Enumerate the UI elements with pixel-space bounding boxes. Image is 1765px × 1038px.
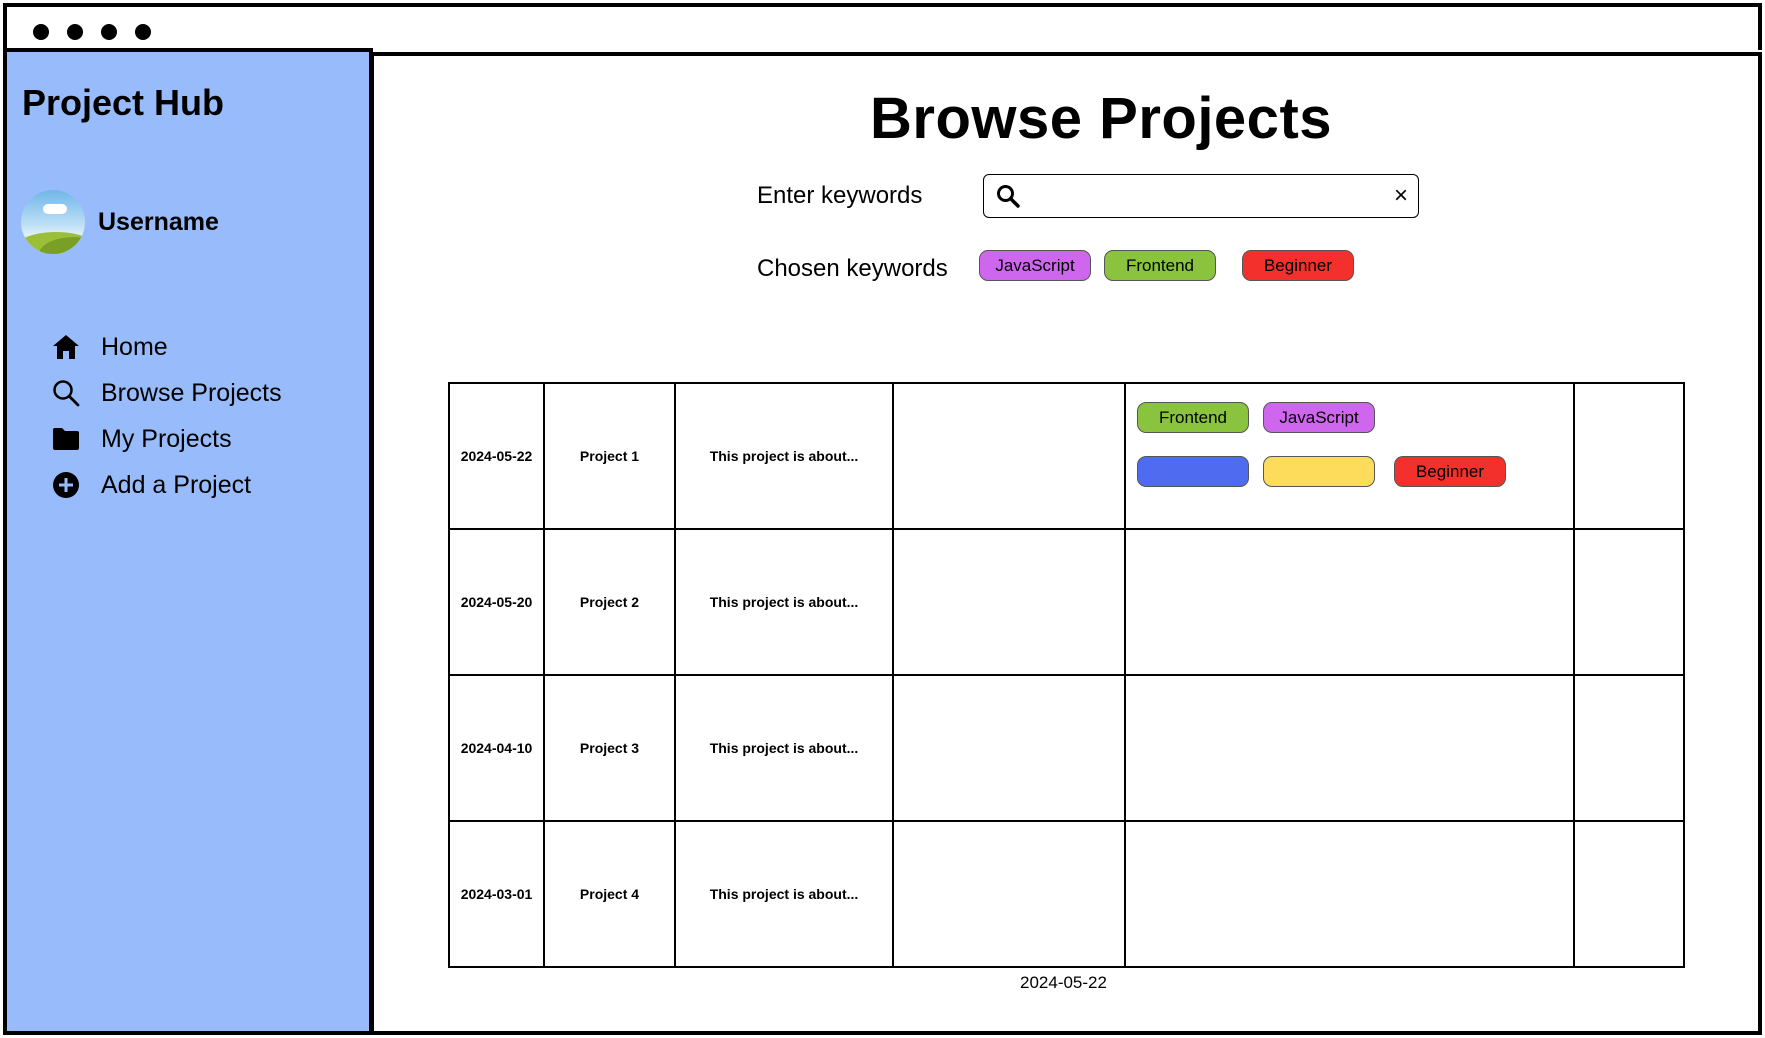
cell-project-name: Project 1 [543, 382, 676, 530]
sidebar-nav: Home Browse Projects My Projects Add a P… [51, 324, 282, 508]
cell-tags [1124, 674, 1575, 822]
window-dot[interactable] [101, 24, 117, 40]
sidebar: Project Hub Username Home Browse Project… [3, 48, 373, 1035]
cell-empty [892, 820, 1126, 968]
cell-action [1573, 382, 1685, 530]
page-title: Browse Projects [870, 86, 1333, 151]
projects-table: 2024-05-22 Project 1 This project is about… [448, 382, 1685, 968]
tag-chip[interactable] [1137, 456, 1249, 487]
keyword-chip[interactable]: Frontend [1104, 250, 1216, 281]
cell-action [1573, 674, 1685, 822]
window-dot[interactable] [135, 24, 151, 40]
search-box[interactable]: × [983, 174, 1419, 218]
sidebar-item-label: My Projects [101, 424, 232, 453]
tag-chip[interactable]: Beginner [1394, 456, 1506, 487]
keyword-chip[interactable]: JavaScript [979, 250, 1091, 281]
sidebar-item-label: Browse Projects [101, 378, 282, 407]
cell-project-name: Project 2 [543, 528, 676, 676]
tag-chip[interactable]: JavaScript [1263, 402, 1375, 433]
table-row[interactable]: 2024-03-01 Project 4 This project is about… [448, 820, 1685, 968]
cell-project-name: Project 3 [543, 674, 676, 822]
cell-date: 2024-05-20 [448, 528, 545, 676]
cell-empty [892, 528, 1126, 676]
sidebar-item-browse-projects[interactable]: Browse Projects [51, 370, 282, 416]
cell-project-name: Project 4 [543, 820, 676, 968]
user-profile[interactable]: Username [21, 190, 219, 254]
table-row[interactable]: 2024-05-22 Project 1 This project is about… [448, 382, 1685, 530]
table-row[interactable]: 2024-05-20 Project 2 This project is about… [448, 528, 1685, 676]
cell-tags [1124, 528, 1575, 676]
cell-action [1573, 820, 1685, 968]
cell-action [1573, 528, 1685, 676]
tag-chip[interactable] [1263, 456, 1375, 487]
cell-description: This project is about... [674, 674, 894, 822]
cell-tags: Frontend JavaScript Beginner [1124, 382, 1575, 530]
cell-date: 2024-05-22 [448, 382, 545, 530]
sidebar-item-my-projects[interactable]: My Projects [51, 416, 282, 462]
cell-date: 2024-03-01 [448, 820, 545, 968]
cell-description: This project is about... [674, 820, 894, 968]
search-input[interactable] [1030, 181, 1374, 213]
sidebar-item-label: Add a Project [101, 470, 252, 499]
sidebar-item-label: Home [101, 332, 168, 361]
sidebar-item-add-project[interactable]: Add a Project [51, 462, 282, 508]
footer-date: 2024-05-22 [1020, 973, 1107, 992]
chosen-keywords-label: Chosen keywords [757, 255, 948, 282]
keyword-chip[interactable]: Beginner [1242, 250, 1354, 281]
tag-chip[interactable]: Frontend [1137, 402, 1249, 433]
sidebar-item-home[interactable]: Home [51, 324, 282, 370]
table-row[interactable]: 2024-04-10 Project 3 This project is about… [448, 674, 1685, 822]
search-icon [51, 378, 81, 408]
folder-icon [51, 424, 81, 454]
app-title: Project Hub [22, 82, 225, 123]
avatar[interactable] [21, 190, 85, 254]
cell-empty [892, 674, 1126, 822]
cell-description: This project is about... [674, 382, 894, 530]
cell-date: 2024-04-10 [448, 674, 545, 822]
cell-description: This project is about... [674, 528, 894, 676]
window-dot[interactable] [33, 24, 49, 40]
cell-empty [892, 382, 1126, 530]
home-icon [51, 332, 81, 362]
window-titlebar [3, 3, 1762, 50]
search-label: Enter keywords [757, 182, 923, 209]
add-circle-icon [51, 470, 81, 500]
window-dot[interactable] [67, 24, 83, 40]
clear-search-button[interactable]: × [1394, 182, 1408, 210]
username: Username [98, 207, 219, 236]
cell-tags [1124, 820, 1575, 968]
search-icon [996, 184, 1020, 213]
